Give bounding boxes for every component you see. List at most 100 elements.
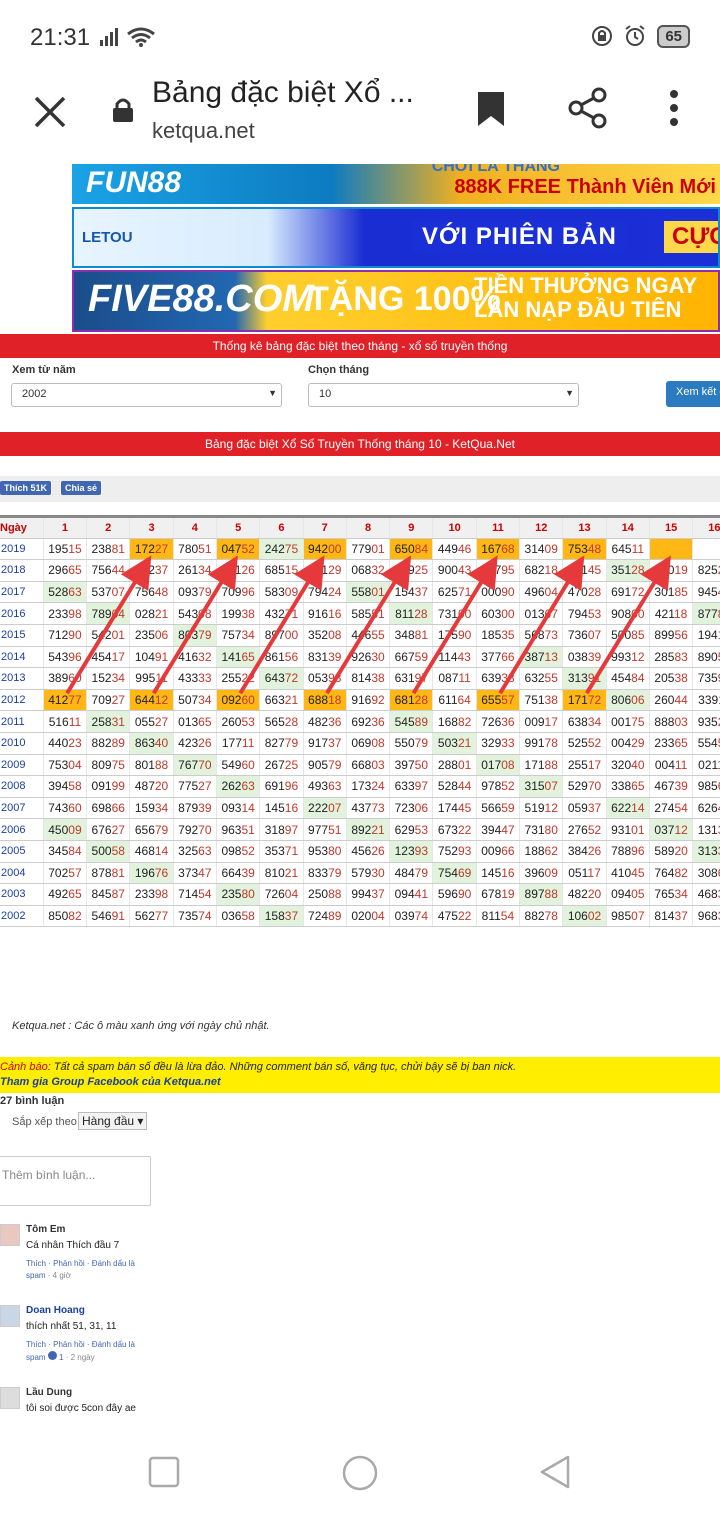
year-label: Xem từ năm: [12, 364, 76, 376]
bookmark-icon[interactable]: [476, 90, 506, 128]
result-cell: 48145: [562, 559, 607, 582]
result-cell: 62214: [606, 797, 650, 820]
result-cell: 77527: [173, 775, 217, 798]
view-results-button[interactable]: Xem kết q: [666, 381, 720, 407]
banner-subtext: CHƠI LÀ THẮNG: [431, 164, 560, 175]
result-cell: 04752: [216, 538, 261, 561]
facebook-like-button[interactable]: Thích 51K: [0, 481, 52, 495]
result-cell: 23365: [649, 732, 694, 755]
comment-author[interactable]: Doan Hoang: [26, 1305, 85, 1316]
share-icon[interactable]: [566, 86, 610, 130]
year-cell[interactable]: 2017: [0, 581, 44, 604]
banner-five88[interactable]: FIVE88.COM TẶNG 100% TIỀN THƯỞNG NGAY LẦ…: [72, 270, 720, 332]
add-comment-input[interactable]: Thêm bình luận...: [0, 1156, 151, 1206]
year-select[interactable]: 2002 ▼: [11, 383, 282, 407]
result-cell: 45417: [86, 646, 131, 669]
result-cell: 68218: [519, 559, 564, 582]
result-cell: 00429: [606, 732, 650, 755]
result-cell: 09441: [389, 883, 434, 906]
result-cell: 50085: [606, 624, 650, 647]
year-cell[interactable]: 2005: [0, 840, 44, 863]
result-cell: 50321: [432, 732, 477, 755]
result-cell: 39458: [43, 775, 88, 798]
result-cell: 81438: [346, 667, 391, 690]
result-cell: 73595: [692, 667, 720, 690]
signal-wifi-icons: [100, 26, 158, 53]
result-cell: 50734: [173, 689, 217, 712]
banner-letou[interactable]: LETOU VỚI PHIÊN BẢN CỰC: [72, 207, 720, 268]
year-cell[interactable]: 2008: [0, 775, 44, 798]
year-cell[interactable]: 2002: [0, 905, 44, 928]
result-cell: 41632: [173, 646, 217, 669]
back-icon[interactable]: [538, 1454, 572, 1490]
result-cell: 42326: [173, 732, 217, 755]
comment-author[interactable]: Tôm Em: [26, 1224, 65, 1235]
year-cell[interactable]: 2013: [0, 667, 44, 690]
page-url[interactable]: ketqua.net: [152, 118, 255, 144]
result-cell: 68515: [259, 559, 304, 582]
year-cell[interactable]: 2006: [0, 818, 44, 841]
close-icon[interactable]: [30, 92, 70, 132]
year-cell[interactable]: 2015: [0, 624, 44, 647]
comment-actions[interactable]: Thích · Phản hồi · Đánh dấu là spam 1 · …: [26, 1339, 152, 1364]
comment-author[interactable]: Lầu Dung: [26, 1387, 72, 1398]
year-cell[interactable]: 2004: [0, 862, 44, 885]
avatar[interactable]: [0, 1224, 20, 1246]
avatar[interactable]: [0, 1305, 20, 1327]
result-cell: 35371: [259, 840, 304, 863]
day-header-cell: 1: [43, 516, 88, 539]
banner-text: 888K FREE Thành Viên Mới: [454, 176, 716, 198]
year-cell[interactable]: 2012: [0, 689, 44, 712]
table-row: 2016 23398 78904 02821 54308 19938 43271 91616 5…: [0, 602, 720, 625]
web-content: FUN88 CHƠI LÀ THẮNG 888K FREE Thành Viên…: [0, 164, 720, 1426]
result-cell: 71290: [43, 624, 88, 647]
result-cell: 98507: [606, 905, 650, 928]
result-cell: 58309: [259, 581, 304, 604]
comment-actions[interactable]: Thích · Phản hồi · Đánh dấu là spam · 4 …: [26, 1258, 152, 1282]
result-cell: 47028: [562, 581, 607, 604]
table-row: 2007 74360 69866 15934 87939 09314 14516 22207 4…: [0, 797, 720, 820]
result-cell: 51611: [43, 710, 88, 733]
year-cell[interactable]: 2010: [0, 732, 44, 755]
facebook-share-button[interactable]: Chia sẻ: [61, 481, 102, 495]
result-cell: 79453: [562, 602, 607, 625]
result-cell: 45626: [346, 840, 391, 863]
year-cell[interactable]: 2003: [0, 883, 44, 906]
year-cell[interactable]: 2007: [0, 797, 44, 820]
result-cell: 46814: [129, 840, 174, 863]
more-vert-icon[interactable]: [662, 88, 686, 128]
banner-subtext: CỰC: [664, 221, 718, 253]
facebook-group-link[interactable]: Tham gia Group Facebook của Ketqua.net: [0, 1075, 720, 1090]
result-cell: 18862: [519, 840, 564, 863]
result-cell: 81154: [476, 905, 521, 928]
sort-select[interactable]: Hàng đầu ▾: [78, 1112, 148, 1130]
result-cell: 88803: [649, 710, 694, 733]
day-header-cell: 13: [562, 516, 607, 539]
result-cell: 22207: [303, 797, 347, 820]
result-cell: 63197: [389, 667, 434, 690]
year-cell[interactable]: 2009: [0, 754, 44, 777]
year-cell[interactable]: 2014: [0, 646, 44, 669]
month-select[interactable]: 10 ▼: [308, 383, 579, 407]
comment-action-links[interactable]: Thích · Phản hồi · Đánh dấu là spam: [26, 1259, 135, 1280]
result-cell: 05117: [562, 862, 607, 885]
result-cell: 75304: [43, 754, 88, 777]
result-cell: 06908: [346, 732, 391, 755]
recents-icon[interactable]: [148, 1456, 180, 1488]
avatar[interactable]: [0, 1387, 20, 1409]
year-cell[interactable]: 2018: [0, 559, 44, 582]
filter-header: Thống kê bảng đặc biệt theo tháng - xổ s…: [0, 334, 720, 358]
home-icon[interactable]: [341, 1454, 379, 1492]
result-cell: [692, 538, 720, 561]
result-cell: 89700: [259, 624, 304, 647]
result-cell: 63255: [519, 667, 564, 690]
banner-fun88[interactable]: FUN88 CHƠI LÀ THẮNG 888K FREE Thành Viên…: [72, 164, 720, 204]
result-cell: 99129: [303, 559, 347, 582]
result-cell: 43271: [259, 602, 304, 625]
year-cell[interactable]: 2016: [0, 602, 44, 625]
year-cell[interactable]: 2011: [0, 710, 44, 733]
year-cell[interactable]: 2019: [0, 538, 44, 561]
result-cell: 54308: [173, 602, 217, 625]
table-row: 2013 38960 15234 99511 43333 25522 64372 05393 8…: [0, 667, 720, 690]
warning-lead: Cảnh báo:: [0, 1061, 51, 1073]
